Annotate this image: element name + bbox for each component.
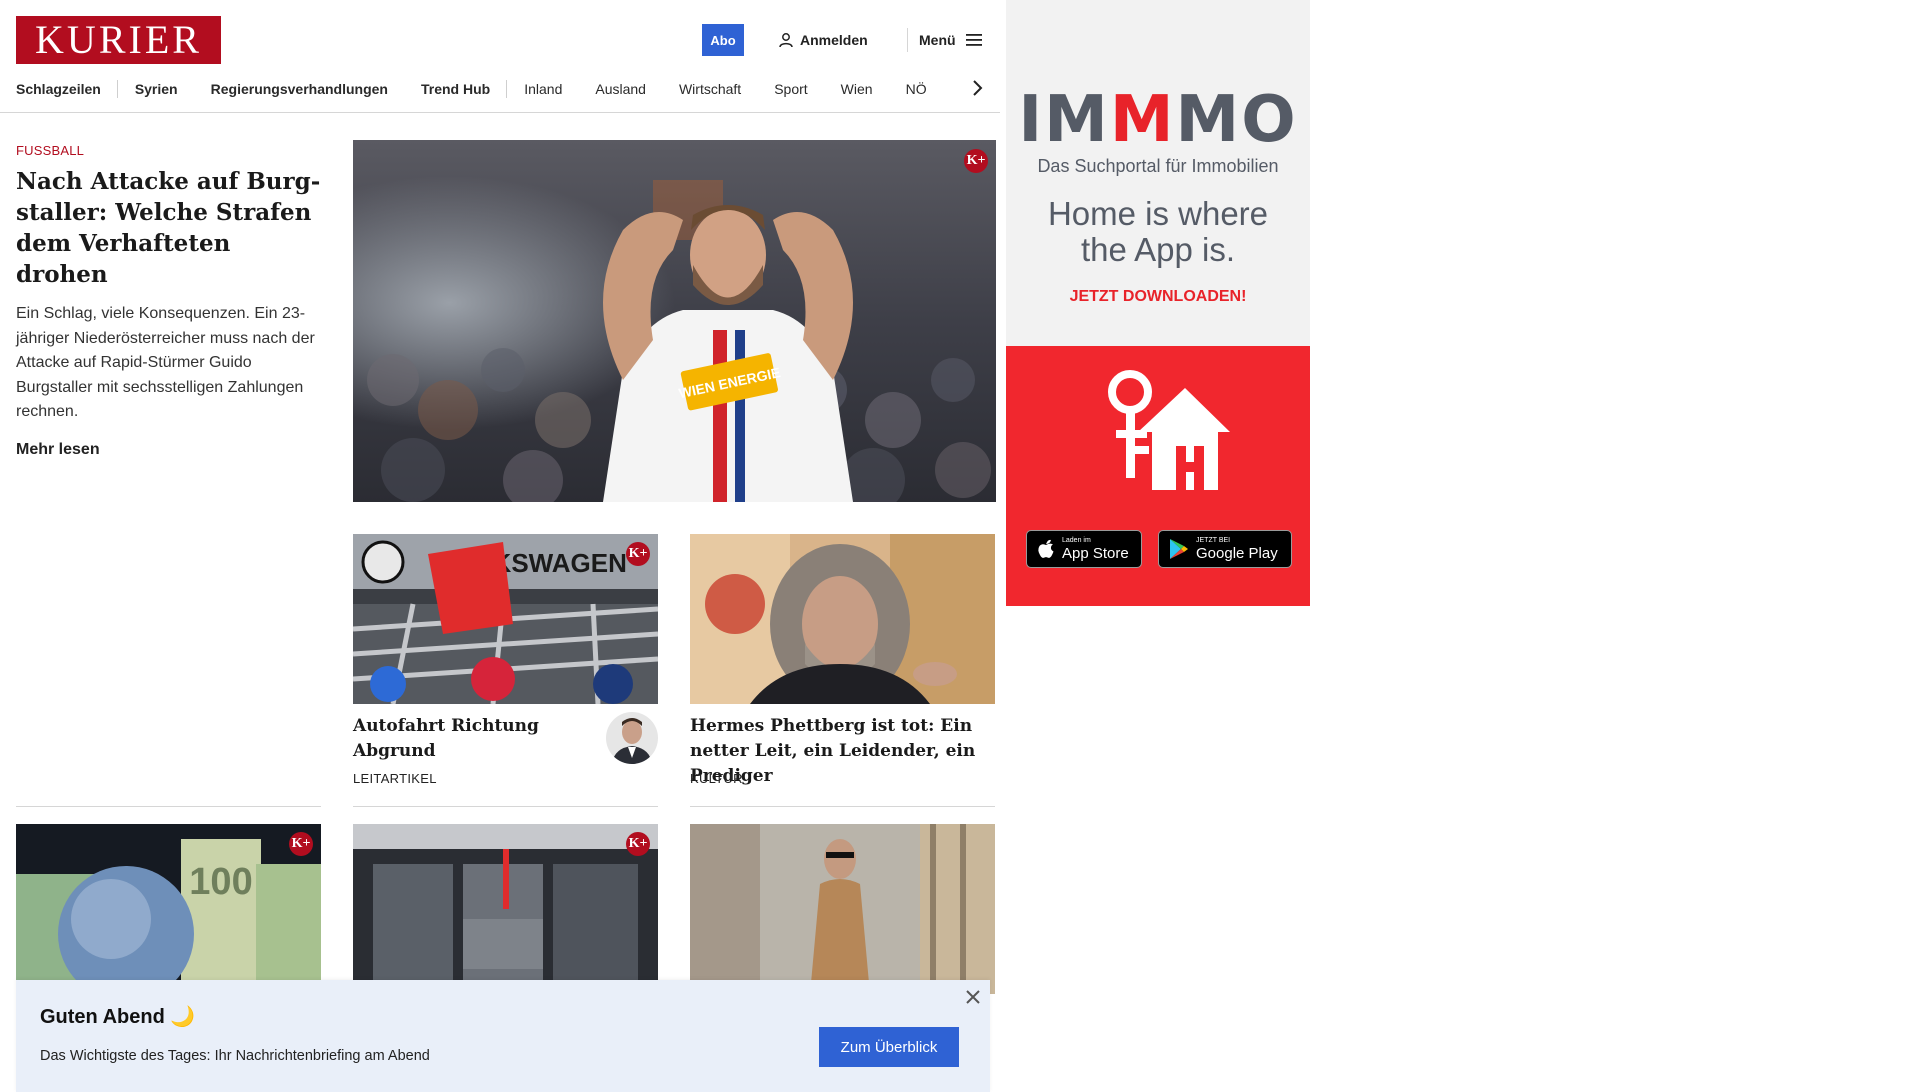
immmo-ad-bottom[interactable]: Laden im App Store JETZT BEI Google Play [1006,346,1310,606]
ad-tagline-1: Home is where [1047,195,1269,232]
menu-label: Menü [919,32,956,48]
apple-icon [1038,539,1054,558]
card-title-autofahrt[interactable]: Autofahrt Richtung Abgrund [353,714,573,764]
google-play-button[interactable]: JETZT BEI Google Play [1158,530,1292,568]
nav-separator [506,80,508,98]
immmo-logo-part: IM [1018,83,1110,157]
app-store-big-text: App Store [1062,544,1129,562]
card-image-phettberg[interactable] [690,534,995,704]
evening-briefing-banner: Guten Abend 🌙 Das Wichtigste des Tages: … [16,980,990,1092]
street-fashion-photo [690,824,995,994]
nav-item-wien[interactable]: Wien [841,81,906,97]
lead-kicker[interactable]: FUSSBALL [16,143,322,158]
portrait-photo [690,534,995,704]
card-image-fashion[interactable] [690,824,995,994]
nav-item-ausland[interactable]: Ausland [595,81,679,97]
banner-title: Guten Abend 🌙 [40,1006,196,1028]
lead-headline[interactable]: Nach Attacke auf Burg-staller: Welche St… [16,166,322,290]
card-image-subway[interactable]: K+ [353,824,658,994]
card-label-kultur[interactable]: KULTUR [690,771,743,786]
topic-nav: Schlagzeilen Syrien Regierungsverhandlun… [16,76,986,102]
nav-separator [116,80,118,98]
lead-image[interactable]: WIEN ENERGIE K+ [353,140,996,502]
login-label: Anmelden [800,32,868,48]
app-store-small-text: Laden im [1062,536,1091,544]
chevron-right-icon[interactable] [970,78,984,98]
author-avatar[interactable] [606,712,658,764]
app-store-button[interactable]: Laden im App Store [1026,530,1142,568]
kurier-logo[interactable]: KURIER [16,16,221,64]
immmo-subtitle: Das Suchportal für Immobilien [1037,156,1279,176]
read-more-link[interactable]: Mehr lesen [16,441,100,459]
lead-story-text: FUSSBALL Nach Attacke auf Burg-staller: … [16,143,322,459]
user-icon [779,33,793,48]
nav-item-regierungsverhandlungen[interactable]: Regierungsverhandlungen [211,81,421,97]
ad-tagline-2: the App is. [1080,231,1236,268]
immmo-logo-part: M [1109,83,1176,157]
nav-item-schlagzeilen[interactable]: Schlagzeilen [16,81,117,97]
row-divider [690,806,995,807]
google-play-small-text: JETZT BEI [1196,536,1231,544]
google-play-icon [1170,539,1188,559]
row-divider [16,806,321,807]
kplus-badge: K+ [626,542,650,566]
kplus-badge: K+ [289,832,313,856]
login-button[interactable]: Anmelden [778,30,868,50]
immmo-logo-part: MO [1175,83,1298,157]
house-key-icon [1108,370,1230,490]
google-play-big-text: Google Play [1196,544,1278,562]
banknote-text: 100 [189,861,252,903]
football-player-image: WIEN ENERGIE [353,140,996,502]
lead-teaser: Ein Schlag, viele Konsequenzen. Ein 23-j… [16,305,315,420]
row-divider [353,806,658,807]
kplus-badge: K+ [626,832,650,856]
abo-button[interactable]: Abo [702,24,744,56]
card-label-leitartikel[interactable]: LEITARTIKEL [353,771,437,786]
banner-text: Das Wichtigste des Tages: Ihr Nachrichte… [40,1048,430,1064]
euro-globe-photo: 100 [16,824,321,994]
immmo-ad-top[interactable]: IMMMO Das Suchportal für Immobilien Home… [1006,0,1310,346]
nav-item-trend-hub[interactable]: Trend Hub [421,81,506,97]
nav-item-inland[interactable]: Inland [524,81,595,97]
nav-item-wirtschaft[interactable]: Wirtschaft [679,81,774,97]
menu-button[interactable]: Menü [919,30,982,50]
nav-item-sport[interactable]: Sport [774,81,840,97]
subway-photo [353,824,658,994]
kplus-badge: K+ [964,149,988,173]
nav-item-syrien[interactable]: Syrien [135,81,211,97]
immmo-logo: IMMMO [1006,88,1310,152]
header-divider [907,28,908,52]
strike-photo: VOLKSWAGEN [353,534,658,704]
overview-button[interactable]: Zum Überblick [819,1027,959,1067]
ad-download-cta[interactable]: JETZT DOWNLOADEN! [1006,288,1310,306]
card-image-euro[interactable]: 100 K+ [16,824,321,994]
close-icon[interactable] [964,988,982,1006]
hamburger-icon [965,34,982,46]
card-image-volkswagen[interactable]: VOLKSWAGEN K+ [353,534,658,704]
site-header: KURIER Abo Anmelden Menü Schlagzeilen Sy… [0,0,1000,113]
